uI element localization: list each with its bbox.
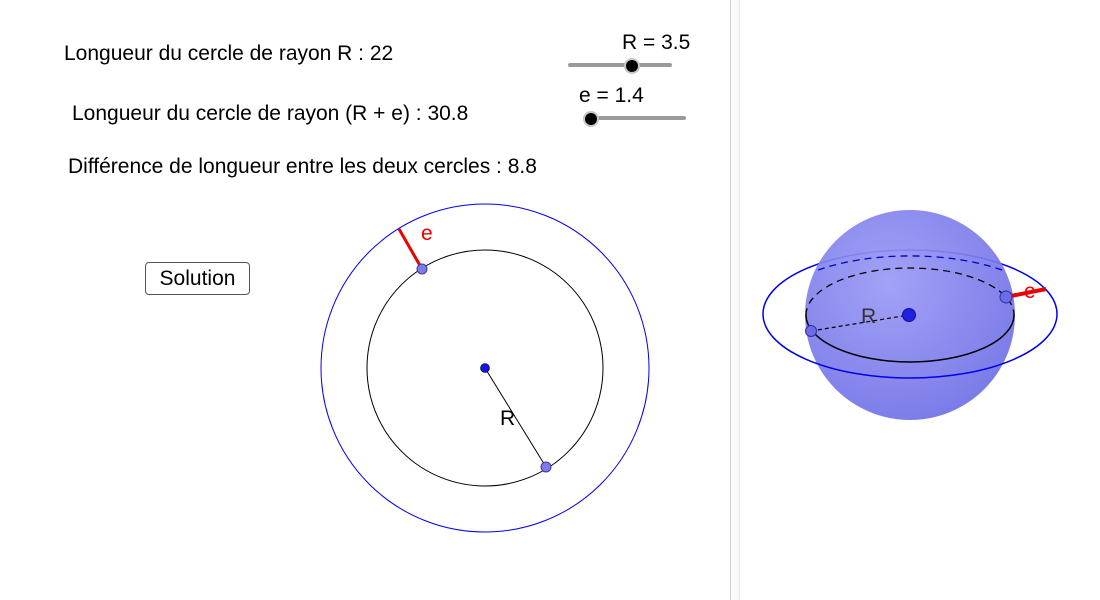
e-segment xyxy=(397,228,424,270)
point-on-inner-circle-top[interactable] xyxy=(416,263,428,275)
geometry-canvas: e R R e xyxy=(320,203,1058,533)
point-on-inner-circle-bottom[interactable] xyxy=(540,461,552,473)
e-label-2d: e xyxy=(421,222,433,245)
R-label-3d: R xyxy=(861,305,876,328)
radius-segment xyxy=(484,367,547,468)
point-on-equator-left[interactable] xyxy=(805,325,817,337)
center-point-2d[interactable] xyxy=(480,363,490,373)
center-point-3d[interactable] xyxy=(902,308,916,322)
R-label-2d: R xyxy=(500,407,515,430)
e-label-3d: e xyxy=(1024,280,1036,303)
point-on-equator-right[interactable] xyxy=(999,290,1013,304)
